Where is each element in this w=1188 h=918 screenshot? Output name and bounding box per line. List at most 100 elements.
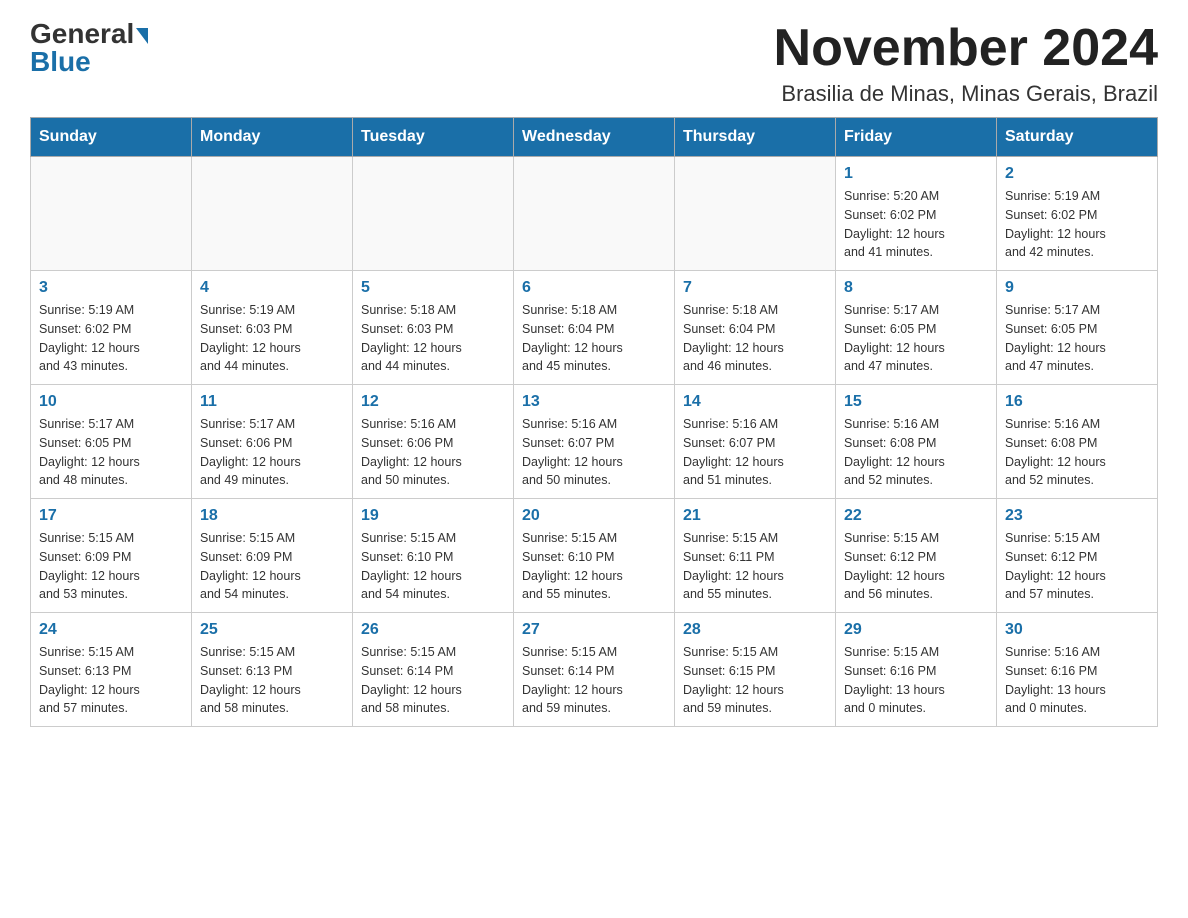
day-number: 14 — [683, 393, 827, 411]
day-number: 24 — [39, 621, 183, 639]
day-number: 27 — [522, 621, 666, 639]
day-number: 12 — [361, 393, 505, 411]
day-number: 7 — [683, 279, 827, 297]
week-row-5: 24 Sunrise: 5:15 AM Sunset: 6:13 PM Dayli… — [31, 613, 1158, 727]
day-number: 19 — [361, 507, 505, 525]
day-info: Sunrise: 5:17 AM Sunset: 6:05 PM Dayligh… — [844, 301, 988, 376]
calendar-cell: 25Sunrise: 5:15 AM Sunset: 6:13 PM Dayli… — [192, 613, 353, 727]
day-info: Sunrise: 5:18 AM Sunset: 6:04 PM Dayligh… — [683, 301, 827, 376]
day-info: Sunrise: 5:19 AM Sunset: 6:03 PM Dayligh… — [200, 301, 344, 376]
day-number: 4 — [200, 279, 344, 297]
day-number: 21 — [683, 507, 827, 525]
day-number: 29 — [844, 621, 988, 639]
calendar-cell: 22 Sunrise: 5:15 AM Sunset: 6:12 PM Dayli… — [836, 499, 997, 613]
logo-blue-text: Blue — [30, 48, 91, 76]
day-number: 25 — [200, 621, 344, 639]
day-number: 9 — [1005, 279, 1149, 297]
calendar-cell: 11 Sunrise: 5:17 AM Sunset: 6:06 PM Dayli… — [192, 385, 353, 499]
day-number: 3 — [39, 279, 183, 297]
day-info: Sunrise: 5:17 AM Sunset: 6:05 PM Dayligh… — [39, 415, 183, 490]
day-info: Sunrise: 5:15 AM Sunset: 6:14 PM Dayligh… — [361, 643, 505, 718]
calendar-table: SundayMondayTuesdayWednesdayThursdayFrid… — [30, 117, 1158, 727]
calendar-cell: 21 Sunrise: 5:15 AM Sunset: 6:11 PM Dayli… — [675, 499, 836, 613]
day-info: Sunrise: 5:15 AM Sunset: 6:10 PM Dayligh… — [361, 529, 505, 604]
day-number: 30 — [1005, 621, 1149, 639]
location-subtitle: Brasilia de Minas, Minas Gerais, Brazil — [774, 81, 1158, 107]
calendar-cell — [675, 157, 836, 271]
day-number: 22 — [844, 507, 988, 525]
column-header-thursday: Thursday — [675, 118, 836, 157]
calendar-cell: 14 Sunrise: 5:16 AM Sunset: 6:07 PM Dayli… — [675, 385, 836, 499]
day-info: Sunrise: 5:15 AM Sunset: 6:11 PM Dayligh… — [683, 529, 827, 604]
day-info: Sunrise: 5:16 AM Sunset: 6:07 PM Dayligh… — [522, 415, 666, 490]
day-number: 8 — [844, 279, 988, 297]
calendar-cell: 1Sunrise: 5:20 AM Sunset: 6:02 PM Daylig… — [836, 157, 997, 271]
calendar-cell: 13 Sunrise: 5:16 AM Sunset: 6:07 PM Dayli… — [514, 385, 675, 499]
day-info: Sunrise: 5:20 AM Sunset: 6:02 PM Dayligh… — [844, 187, 988, 262]
calendar-cell: 24 Sunrise: 5:15 AM Sunset: 6:13 PM Dayli… — [31, 613, 192, 727]
day-info: Sunrise: 5:16 AM Sunset: 6:06 PM Dayligh… — [361, 415, 505, 490]
page-header: General Blue November 2024 Brasilia de M… — [30, 20, 1158, 107]
month-title: November 2024 — [774, 20, 1158, 77]
column-header-saturday: Saturday — [997, 118, 1158, 157]
calendar-cell — [192, 157, 353, 271]
calendar-cell — [31, 157, 192, 271]
day-number: 11 — [200, 393, 344, 411]
day-info: Sunrise: 5:15 AM Sunset: 6:15 PM Dayligh… — [683, 643, 827, 718]
day-info: Sunrise: 5:16 AM Sunset: 6:07 PM Dayligh… — [683, 415, 827, 490]
calendar-cell: 15 Sunrise: 5:16 AM Sunset: 6:08 PM Dayli… — [836, 385, 997, 499]
calendar-cell: 17 Sunrise: 5:15 AM Sunset: 6:09 PM Dayli… — [31, 499, 192, 613]
title-block: November 2024 Brasilia de Minas, Minas G… — [774, 20, 1158, 107]
calendar-cell: 23Sunrise: 5:15 AM Sunset: 6:12 PM Dayli… — [997, 499, 1158, 613]
calendar-cell: 26Sunrise: 5:15 AM Sunset: 6:14 PM Dayli… — [353, 613, 514, 727]
calendar-cell: 10 Sunrise: 5:17 AM Sunset: 6:05 PM Dayli… — [31, 385, 192, 499]
day-info: Sunrise: 5:15 AM Sunset: 6:09 PM Dayligh… — [200, 529, 344, 604]
day-info: Sunrise: 5:17 AM Sunset: 6:05 PM Dayligh… — [1005, 301, 1149, 376]
day-number: 6 — [522, 279, 666, 297]
calendar-cell: 6Sunrise: 5:18 AM Sunset: 6:04 PM Daylig… — [514, 271, 675, 385]
day-number: 10 — [39, 393, 183, 411]
column-header-sunday: Sunday — [31, 118, 192, 157]
calendar-cell: 12 Sunrise: 5:16 AM Sunset: 6:06 PM Dayli… — [353, 385, 514, 499]
day-number: 5 — [361, 279, 505, 297]
day-number: 20 — [522, 507, 666, 525]
day-number: 17 — [39, 507, 183, 525]
week-row-1: 1Sunrise: 5:20 AM Sunset: 6:02 PM Daylig… — [31, 157, 1158, 271]
day-info: Sunrise: 5:17 AM Sunset: 6:06 PM Dayligh… — [200, 415, 344, 490]
week-row-2: 3 Sunrise: 5:19 AM Sunset: 6:02 PM Daylig… — [31, 271, 1158, 385]
day-number: 15 — [844, 393, 988, 411]
calendar-cell: 30Sunrise: 5:16 AM Sunset: 6:16 PM Dayli… — [997, 613, 1158, 727]
day-info: Sunrise: 5:15 AM Sunset: 6:12 PM Dayligh… — [844, 529, 988, 604]
day-info: Sunrise: 5:15 AM Sunset: 6:13 PM Dayligh… — [39, 643, 183, 718]
day-number: 28 — [683, 621, 827, 639]
column-header-monday: Monday — [192, 118, 353, 157]
day-info: Sunrise: 5:15 AM Sunset: 6:09 PM Dayligh… — [39, 529, 183, 604]
calendar-cell: 9 Sunrise: 5:17 AM Sunset: 6:05 PM Daylig… — [997, 271, 1158, 385]
day-info: Sunrise: 5:16 AM Sunset: 6:08 PM Dayligh… — [844, 415, 988, 490]
day-info: Sunrise: 5:19 AM Sunset: 6:02 PM Dayligh… — [39, 301, 183, 376]
calendar-cell: 18Sunrise: 5:15 AM Sunset: 6:09 PM Dayli… — [192, 499, 353, 613]
week-row-4: 17 Sunrise: 5:15 AM Sunset: 6:09 PM Dayli… — [31, 499, 1158, 613]
calendar-cell: 8 Sunrise: 5:17 AM Sunset: 6:05 PM Daylig… — [836, 271, 997, 385]
calendar-cell: 2Sunrise: 5:19 AM Sunset: 6:02 PM Daylig… — [997, 157, 1158, 271]
calendar-cell: 27 Sunrise: 5:15 AM Sunset: 6:14 PM Dayli… — [514, 613, 675, 727]
day-info: Sunrise: 5:15 AM Sunset: 6:10 PM Dayligh… — [522, 529, 666, 604]
column-header-tuesday: Tuesday — [353, 118, 514, 157]
calendar-cell: 5 Sunrise: 5:18 AM Sunset: 6:03 PM Daylig… — [353, 271, 514, 385]
day-info: Sunrise: 5:18 AM Sunset: 6:03 PM Dayligh… — [361, 301, 505, 376]
day-number: 16 — [1005, 393, 1149, 411]
week-row-3: 10 Sunrise: 5:17 AM Sunset: 6:05 PM Dayli… — [31, 385, 1158, 499]
calendar-header-row: SundayMondayTuesdayWednesdayThursdayFrid… — [31, 118, 1158, 157]
day-info: Sunrise: 5:19 AM Sunset: 6:02 PM Dayligh… — [1005, 187, 1149, 262]
logo-general-text: General — [30, 20, 134, 48]
day-number: 13 — [522, 393, 666, 411]
calendar-cell — [514, 157, 675, 271]
logo-arrow-icon — [136, 28, 148, 44]
calendar-cell: 28 Sunrise: 5:15 AM Sunset: 6:15 PM Dayli… — [675, 613, 836, 727]
day-info: Sunrise: 5:15 AM Sunset: 6:12 PM Dayligh… — [1005, 529, 1149, 604]
day-info: Sunrise: 5:15 AM Sunset: 6:14 PM Dayligh… — [522, 643, 666, 718]
calendar-cell — [353, 157, 514, 271]
calendar-cell: 20 Sunrise: 5:15 AM Sunset: 6:10 PM Dayli… — [514, 499, 675, 613]
day-info: Sunrise: 5:16 AM Sunset: 6:08 PM Dayligh… — [1005, 415, 1149, 490]
calendar-cell: 29Sunrise: 5:15 AM Sunset: 6:16 PM Dayli… — [836, 613, 997, 727]
